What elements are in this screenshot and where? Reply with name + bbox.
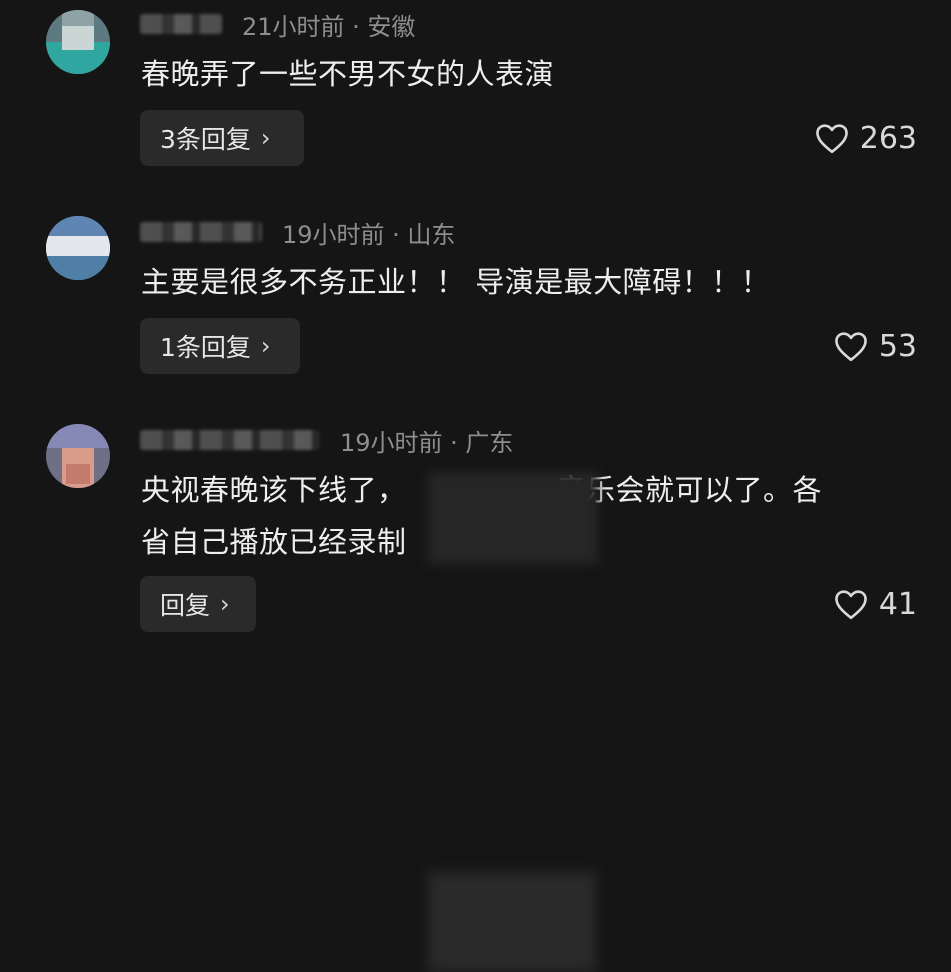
view-replies-button[interactable]: 1条回复 ›	[140, 318, 300, 374]
reply-button[interactable]: 回复 ›	[140, 576, 256, 632]
heart-outline-icon	[815, 124, 848, 154]
comment-meta: 21小时前 · 安徽	[140, 6, 415, 42]
username-redacted[interactable]	[140, 14, 222, 34]
reply-count-label: 1条回复	[160, 333, 251, 362]
reply-label: 回复	[160, 591, 211, 620]
like-button[interactable]: 263	[814, 110, 917, 166]
comment-item: 21小时前 · 安徽 春晚弄了一些不男不女的人表演 3条回复 › 263	[0, 0, 951, 200]
comment-meta: 19小时前 · 山东	[140, 214, 455, 250]
timestamp-location: 19小时前 · 山东	[282, 220, 456, 249]
timestamp-location: 21小时前 · 安徽	[242, 12, 416, 41]
like-count: 41	[878, 586, 917, 622]
comment-text: 主要是很多不务正业！！ 导演是最大障碍！！！	[141, 265, 771, 299]
comment-text-line-2: 省自己播放已经录制	[141, 525, 407, 559]
redaction-mosaic-overlay	[428, 472, 598, 564]
avatar[interactable]	[46, 10, 110, 74]
avatar[interactable]	[46, 424, 110, 488]
comment-text: 春晚弄了一些不男不女的人表演	[141, 57, 555, 91]
like-count: 263	[859, 120, 917, 156]
reply-count-label: 3条回复	[160, 125, 251, 154]
comment-meta: 19小时前 · 广东	[140, 422, 513, 458]
timestamp-location: 19小时前 · 广东	[340, 428, 514, 457]
comment-item: 19小时前 · 山东 主要是很多不务正业！！ 导演是最大障碍！！！ 1条回复 ›…	[0, 200, 951, 410]
chevron-right-icon: ›	[260, 332, 271, 360]
username-redacted[interactable]	[140, 222, 262, 242]
comment-text-fragment: 央视春晚该下线了，	[141, 473, 407, 507]
redaction-mosaic	[428, 872, 596, 972]
avatar[interactable]	[46, 216, 110, 280]
username-redacted[interactable]	[140, 430, 320, 450]
like-button[interactable]: 53	[833, 318, 917, 374]
heart-outline-icon	[834, 332, 867, 362]
heart-outline-icon	[834, 590, 867, 620]
view-replies-button[interactable]: 3条回复 ›	[140, 110, 304, 166]
chevron-right-icon: ›	[220, 590, 230, 618]
like-count: 53	[878, 328, 917, 364]
chevron-right-icon: ›	[260, 124, 271, 152]
like-button[interactable]: 41	[833, 576, 917, 632]
